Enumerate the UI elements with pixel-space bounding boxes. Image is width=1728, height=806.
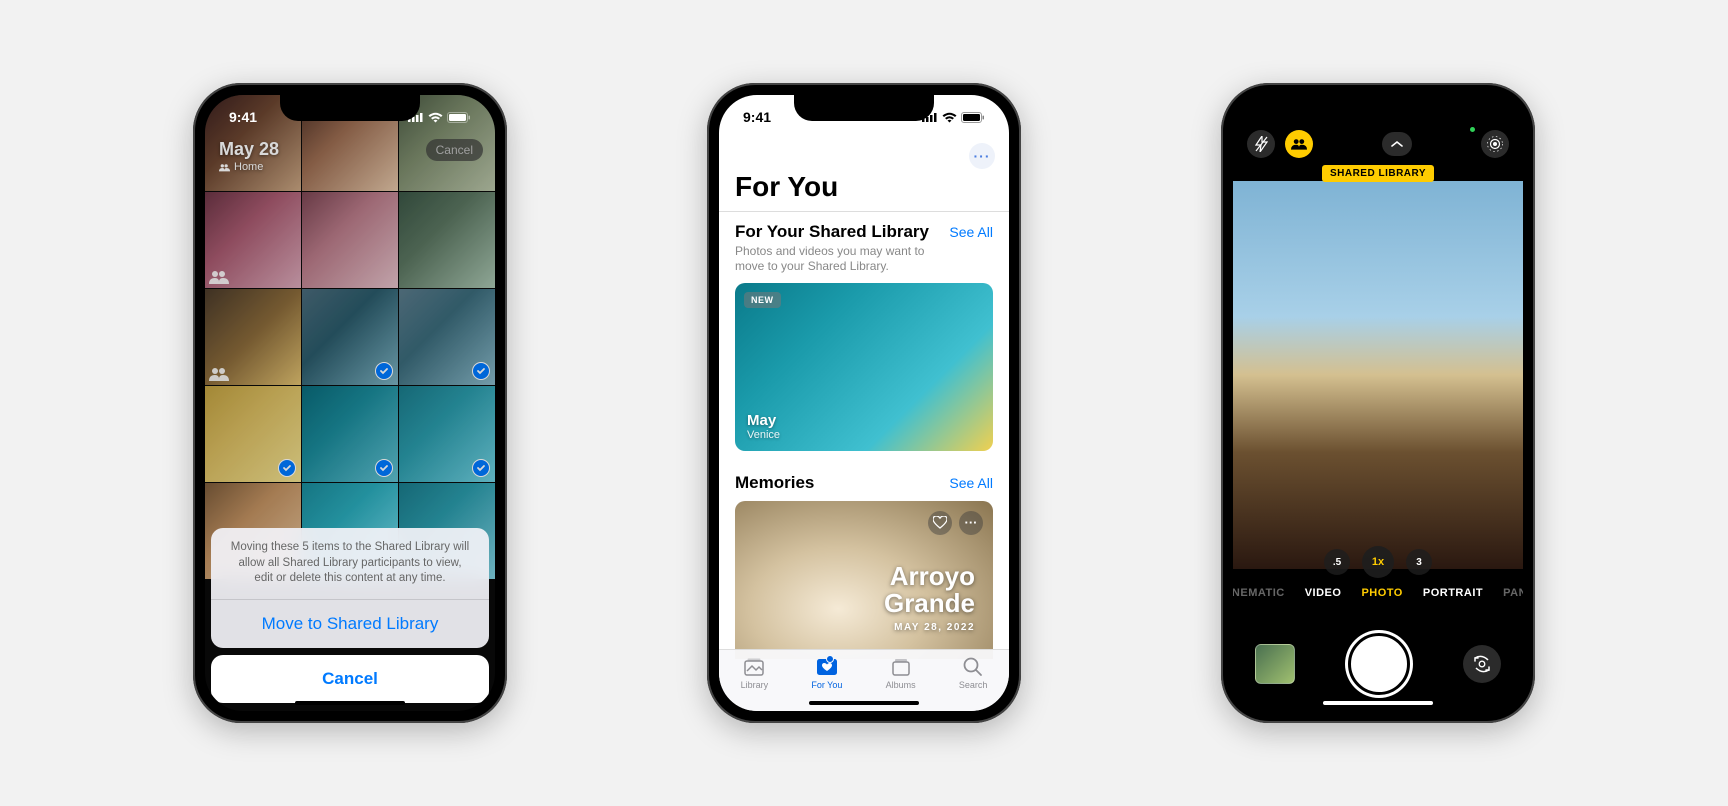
camera-controls xyxy=(1233,633,1523,695)
battery-icon xyxy=(961,112,985,123)
zoom-0.5-button[interactable]: .5 xyxy=(1324,549,1350,575)
battery-icon xyxy=(447,112,471,123)
section-header-memories: Memories See All xyxy=(719,451,1009,501)
phone-for-you: 9:41 ··· For You For Your Shared Library… xyxy=(707,83,1021,723)
section-subtitle: Photos and videos you may want to move t… xyxy=(719,242,959,283)
card-title: May xyxy=(747,412,780,429)
tab-library[interactable]: Library xyxy=(741,656,769,690)
home-indicator[interactable] xyxy=(809,701,919,705)
status-time: 9:41 xyxy=(229,109,257,125)
shared-library-toggle-icon[interactable] xyxy=(1285,130,1313,158)
flip-camera-icon[interactable] xyxy=(1463,645,1501,683)
wifi-icon xyxy=(942,112,957,123)
phone-camera: SHARED LIBRARY .5 1x 3 CINEMATIC VIDEO P… xyxy=(1221,83,1535,723)
zoom-1x-button[interactable]: 1x xyxy=(1362,546,1394,578)
camera-viewfinder[interactable] xyxy=(1233,181,1523,569)
last-photo-thumbnail[interactable] xyxy=(1255,644,1295,684)
sheet-cancel-button[interactable]: Cancel xyxy=(211,655,489,703)
tab-search[interactable]: Search xyxy=(959,656,988,690)
library-icon xyxy=(742,656,766,678)
sheet-message: Moving these 5 items to the Shared Libra… xyxy=(211,528,489,600)
action-sheet: Moving these 5 items to the Shared Libra… xyxy=(211,528,489,703)
zoom-controls: .5 1x 3 xyxy=(1233,549,1523,578)
section-title: For Your Shared Library xyxy=(735,222,929,242)
search-icon xyxy=(961,656,985,678)
home-indicator[interactable] xyxy=(295,701,405,705)
camera-active-dot-icon xyxy=(1470,127,1475,132)
shared-library-badge: SHARED LIBRARY xyxy=(1322,165,1434,182)
wifi-icon xyxy=(428,112,443,123)
shutter-button[interactable] xyxy=(1348,633,1410,695)
notch xyxy=(1308,95,1448,121)
memory-overlay-text: ArroyoGrande MAY 28, 2022 xyxy=(884,563,975,633)
more-button[interactable]: ··· xyxy=(969,143,995,169)
shared-suggestion-card[interactable]: NEW May Venice xyxy=(735,283,993,451)
notch xyxy=(280,95,420,121)
zoom-3-button[interactable]: 3 xyxy=(1406,549,1432,575)
mode-photo[interactable]: PHOTO xyxy=(1361,587,1402,599)
see-all-link[interactable]: See All xyxy=(949,475,993,491)
card-subtitle: Venice xyxy=(747,429,780,441)
home-indicator[interactable] xyxy=(1323,701,1433,705)
mode-portrait[interactable]: PORTRAIT xyxy=(1423,587,1483,599)
chevron-up-icon[interactable] xyxy=(1382,132,1412,156)
flash-icon[interactable] xyxy=(1247,130,1275,158)
favorite-icon[interactable] xyxy=(928,511,952,535)
more-icon[interactable]: ··· xyxy=(959,511,983,535)
notch xyxy=(794,95,934,121)
see-all-link[interactable]: See All xyxy=(949,224,993,240)
memory-card[interactable]: ··· ArroyoGrande MAY 28, 2022 xyxy=(735,501,993,659)
move-to-shared-button[interactable]: Move to Shared Library xyxy=(211,600,489,648)
mode-pano[interactable]: PANO xyxy=(1503,587,1523,599)
divider xyxy=(719,211,1009,212)
mode-cinematic[interactable]: CINEMATIC xyxy=(1233,587,1285,599)
albums-icon xyxy=(889,656,913,678)
memory-date: MAY 28, 2022 xyxy=(884,622,975,633)
tab-for-you[interactable]: For You xyxy=(811,656,842,690)
page-title: For You xyxy=(719,169,1009,211)
new-badge: NEW xyxy=(744,292,781,308)
status-icons xyxy=(408,112,471,123)
status-icons xyxy=(922,112,985,123)
camera-top-bar xyxy=(1233,125,1523,163)
for-you-content[interactable]: ··· For You For Your Shared Library See … xyxy=(719,139,1009,659)
live-photo-icon[interactable] xyxy=(1481,130,1509,158)
status-time: 9:41 xyxy=(743,109,771,125)
shared-badge-wrap: SHARED LIBRARY xyxy=(1233,165,1523,182)
section-title: Memories xyxy=(735,473,814,493)
camera-mode-selector[interactable]: CINEMATIC VIDEO PHOTO PORTRAIT PANO xyxy=(1233,587,1523,599)
tab-albums[interactable]: Albums xyxy=(886,656,916,690)
mode-video[interactable]: VIDEO xyxy=(1305,587,1342,599)
section-header-shared: For Your Shared Library See All xyxy=(719,222,1009,242)
phone-library-select: 9:41 xyxy=(193,83,507,723)
